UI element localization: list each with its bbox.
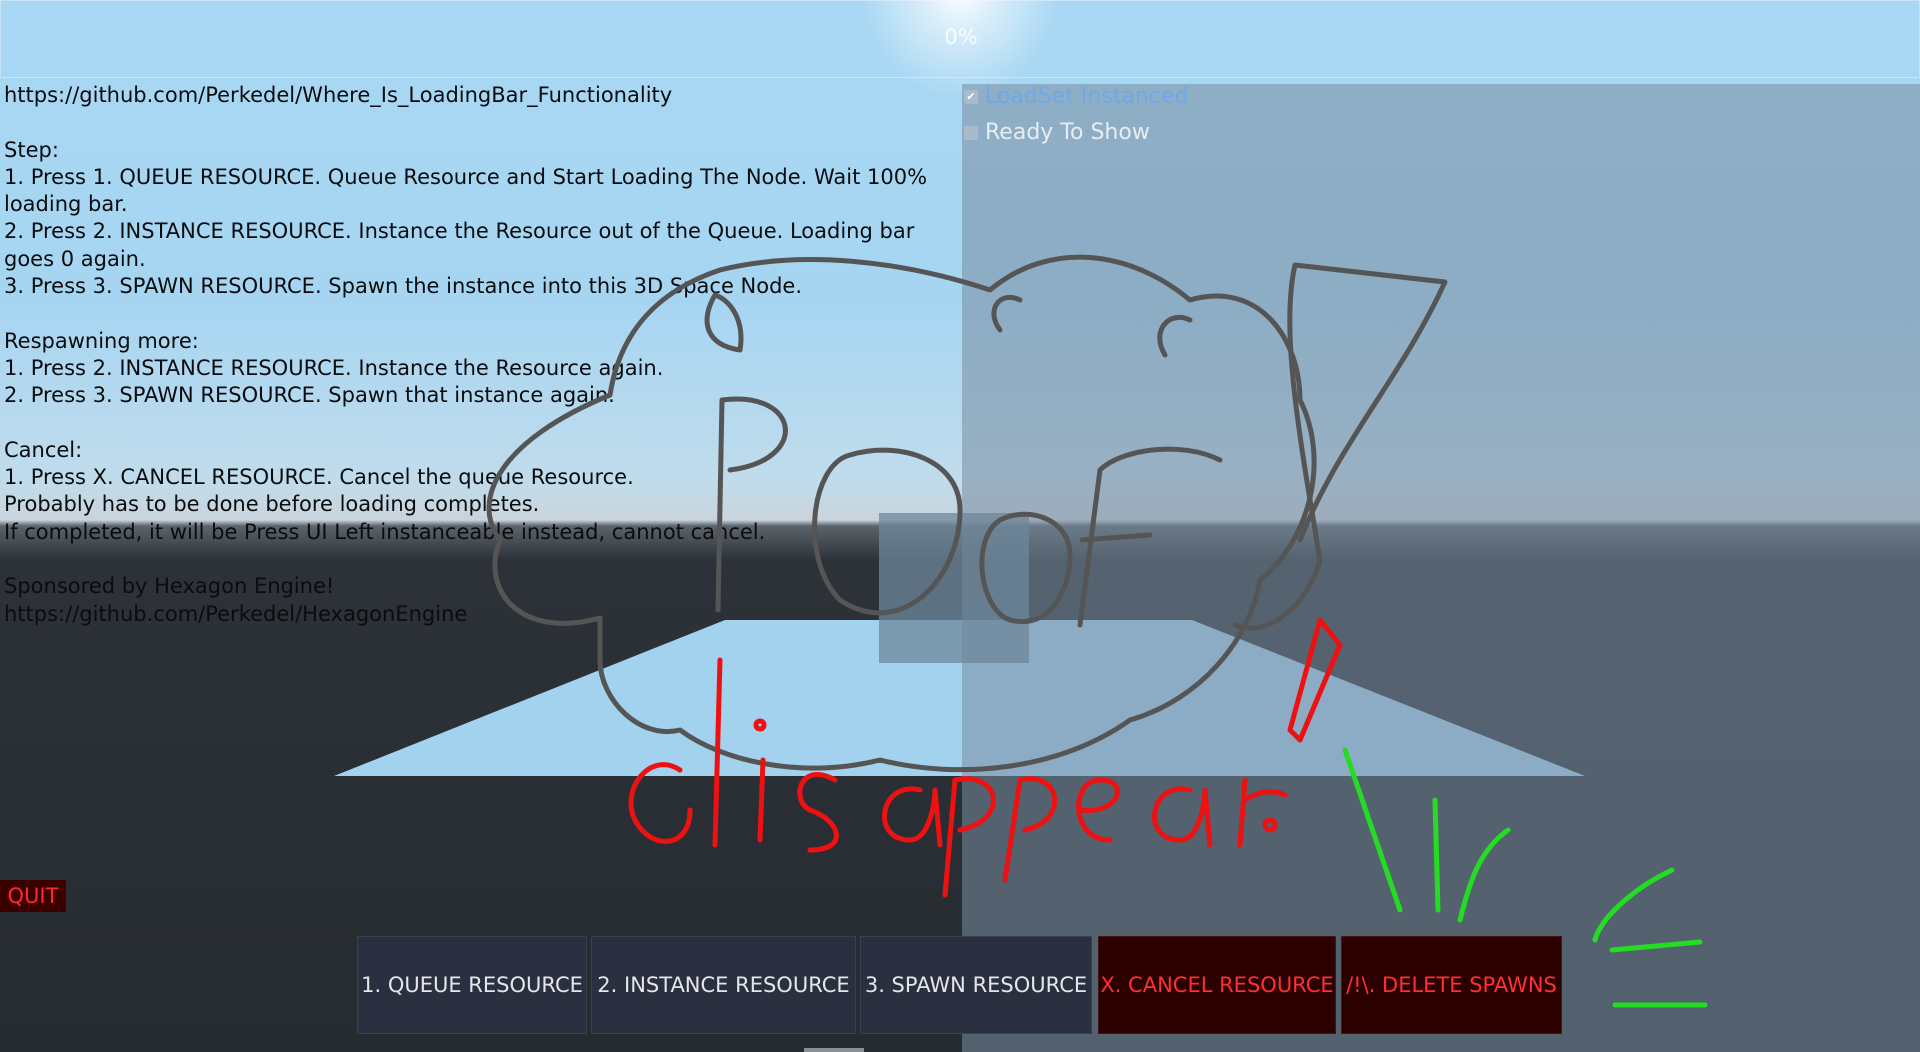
spawned-cube — [879, 513, 1029, 663]
instance-resource-button[interactable]: 2. INSTANCE RESOURCE — [591, 936, 856, 1034]
checkbox-empty-icon — [964, 125, 978, 140]
check-icon: ✔ — [964, 89, 978, 104]
ready-to-show-checkbox[interactable]: Ready To Show — [964, 120, 1150, 145]
side-panel-overlay — [962, 84, 1920, 1052]
loadset-instanced-label: LoadSet Instanced — [985, 84, 1189, 109]
quit-button[interactable]: QUIT — [0, 880, 66, 912]
spawn-resource-button[interactable]: 3. SPAWN RESOURCE — [860, 936, 1092, 1034]
cancel-resource-button[interactable]: X. CANCEL RESOURCE — [1098, 936, 1336, 1034]
queue-resource-button[interactable]: 1. QUEUE RESOURCE — [357, 936, 587, 1034]
instructions-text: https://github.com/Perkedel/Where_Is_Loa… — [4, 83, 928, 626]
delete-spawns-button[interactable]: /!\. DELETE SPAWNS — [1341, 936, 1562, 1034]
loading-percent-label: 0% — [944, 25, 978, 49]
loading-bar: 0% — [0, 0, 1920, 78]
ready-to-show-label: Ready To Show — [985, 120, 1150, 145]
bottom-handle — [804, 1048, 864, 1052]
loadset-instanced-checkbox[interactable]: ✔ LoadSet Instanced — [964, 84, 1188, 109]
